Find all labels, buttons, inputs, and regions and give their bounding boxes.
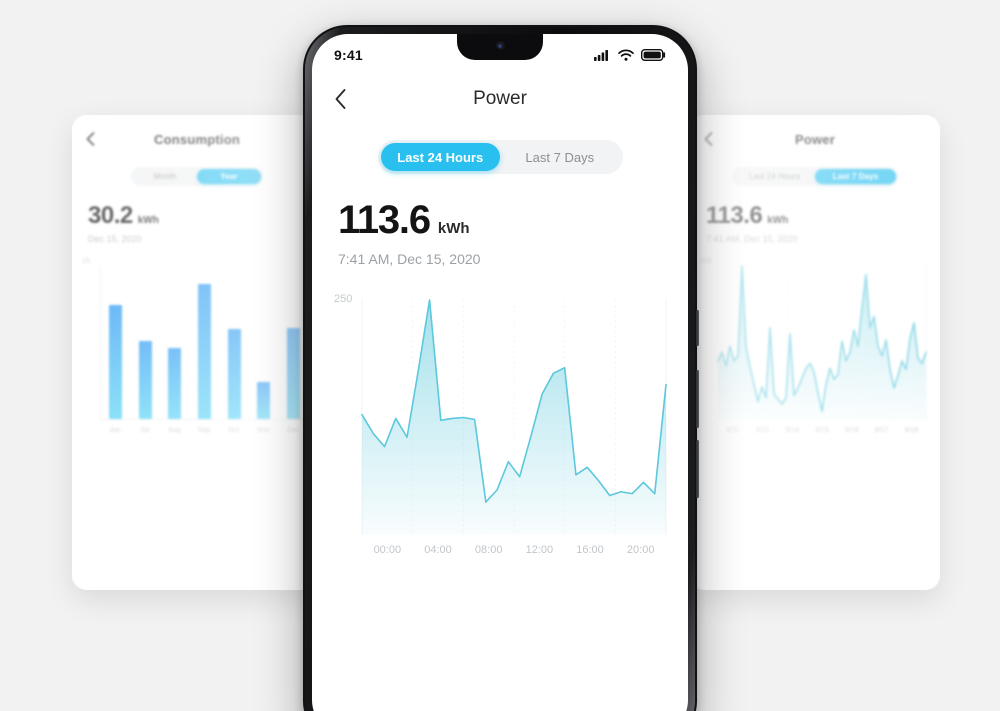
right-chart-y-tick: 250 — [700, 258, 712, 265]
x-tick-label: Jun — [109, 426, 121, 434]
x-tick-label: Jul — [140, 426, 150, 434]
right-card-reading: 113.6 kWh — [706, 202, 940, 230]
x-tick-label: Oct — [228, 426, 240, 434]
reading-unit: kWh — [437, 220, 470, 237]
page-title: Power — [473, 88, 527, 109]
left-card-reading: 30.2 kWh — [88, 202, 322, 230]
wifi-icon — [618, 49, 634, 61]
right-chart-x-axis: 9/11 9/12 9/14 9/15 9/16 9/17 9/18 — [718, 422, 926, 438]
x-tick-label: 9/17 — [874, 426, 889, 434]
left-card-consumption[interactable]: Consumption Month Year 30.2 kWh Dec 15, … — [72, 115, 322, 590]
right-chart-plot — [718, 266, 926, 420]
bar-aug — [168, 347, 182, 419]
bar-nov — [257, 382, 271, 419]
phone-button-power[interactable] — [696, 310, 699, 346]
chart-y-tick: 250 — [334, 293, 353, 305]
right-card-unit: kWh — [767, 215, 789, 226]
left-card-timestamp: Dec 15, 2020 — [88, 234, 142, 244]
back-icon[interactable] — [86, 132, 95, 147]
x-tick-label: 12:00 — [525, 544, 554, 556]
back-icon[interactable] — [334, 88, 347, 110]
phone-button-volume-down[interactable] — [696, 440, 699, 498]
right-card-timestamp: 7:41 AM, Dec 15, 2020 — [706, 234, 798, 244]
phone-screen: 9:41 Power Last 24 Hours Last 7 Days 113… — [312, 34, 688, 711]
left-chart-plot — [100, 266, 308, 420]
left-card-unit: kWh — [137, 215, 159, 226]
x-tick-label: 16:00 — [576, 544, 604, 556]
right-card-value: 113.6 — [706, 202, 763, 229]
left-segment-year[interactable]: Year — [197, 169, 261, 184]
x-tick-label: Nov — [257, 426, 270, 434]
x-tick-label: 9/15 — [815, 426, 829, 434]
x-tick-label: 9/16 — [844, 426, 859, 434]
x-tick-label: 00:00 — [373, 544, 402, 556]
left-card-segmented-control[interactable]: Month Year — [131, 167, 263, 186]
bar-jul — [138, 341, 152, 419]
reading: 113.6 kWh — [338, 198, 688, 243]
power-chart: 250 00:00 04:00 08:00 12:00 16:00 20:00 — [334, 291, 670, 561]
right-card-title: Power — [794, 131, 835, 147]
x-tick-label: 9/14 — [785, 426, 800, 434]
chart-area-series — [362, 300, 666, 535]
x-tick-label: 9/12 — [755, 426, 770, 434]
x-tick-label: Sep — [197, 426, 211, 434]
reading-timestamp: 7:41 AM, Dec 15, 2020 — [338, 251, 481, 267]
right-card-power[interactable]: Power Last 24 Hours Last 7 Days 113.6 kW… — [690, 115, 940, 590]
bar-jun — [109, 304, 123, 419]
chart-x-axis: 00:00 04:00 08:00 12:00 16:00 20:00 — [362, 539, 666, 561]
signal-icon — [594, 49, 611, 61]
screenshot-stage: Consumption Month Year 30.2 kWh Dec 15, … — [0, 0, 1000, 711]
x-tick-label: 04:00 — [424, 544, 452, 556]
phone-button-volume-up[interactable] — [696, 370, 699, 428]
left-chart-y-tick: 15 — [82, 258, 90, 265]
left-chart-x-axis: Jun Jul Aug Sep Oct Nov Dec — [100, 422, 308, 438]
tab-last-7-days[interactable]: Last 7 Days — [500, 143, 620, 171]
x-tick-label: Aug — [168, 426, 181, 434]
bar-sep — [197, 284, 211, 419]
status-bar-icons — [594, 48, 666, 62]
chart-plot — [362, 300, 666, 535]
back-icon[interactable] — [704, 132, 713, 147]
left-card-title: Consumption — [154, 131, 240, 147]
bar-oct — [227, 329, 241, 419]
status-bar-time: 9:41 — [334, 47, 363, 63]
battery-icon — [640, 48, 666, 62]
right-chart-area-series — [718, 266, 926, 420]
left-segment-month[interactable]: Month — [133, 169, 197, 184]
right-segment-last-24-hours[interactable]: Last 24 Hours — [734, 169, 815, 184]
left-chart-bars — [100, 266, 308, 420]
x-tick-label: 08:00 — [474, 544, 503, 556]
right-card-segmented-control[interactable]: Last 24 Hours Last 7 Days — [732, 167, 898, 186]
left-card-chart: 15 Jun Jul Aug Sep Oct Nov Dec — [82, 258, 312, 438]
x-tick-label: 9/11 — [726, 426, 740, 434]
x-tick-label: 20:00 — [626, 544, 655, 556]
reading-value: 113.6 — [338, 198, 431, 242]
x-tick-label: 9/18 — [904, 426, 918, 434]
status-bar: 9:41 — [312, 34, 688, 76]
tab-last-24-hours[interactable]: Last 24 Hours — [380, 143, 500, 171]
left-card-value: 30.2 — [88, 202, 133, 229]
segmented-control[interactable]: Last 24 Hours Last 7 Days — [377, 140, 623, 174]
right-card-chart: 250 9/11 9/12 9/14 9/15 9/16 9/17 9/18 — [700, 258, 930, 438]
left-card-header: Consumption — [72, 115, 322, 163]
page-header: Power — [312, 76, 688, 122]
phone-device: 9:41 Power Last 24 Hours Last 7 Days 113… — [303, 25, 699, 711]
bar-dec — [286, 328, 300, 419]
right-card-header: Power — [690, 115, 940, 163]
right-segment-last-7-days[interactable]: Last 7 Days — [815, 169, 896, 184]
